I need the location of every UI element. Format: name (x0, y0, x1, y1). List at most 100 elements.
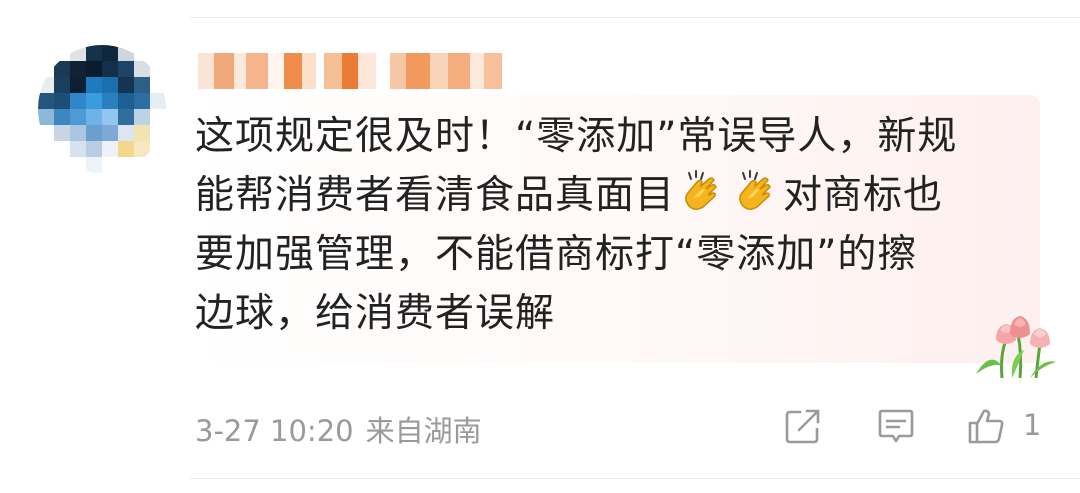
avatar-pixel (38, 45, 54, 61)
avatar-pixel (118, 61, 134, 77)
clapping-hands-icon (685, 170, 717, 210)
avatar-pixel (86, 61, 102, 77)
avatar-pixel (134, 77, 150, 93)
avatar-pixel (54, 109, 70, 125)
avatar-pixel (102, 61, 118, 77)
avatar-pixel (70, 61, 86, 77)
avatar-pixel (54, 61, 70, 77)
username-pixel (342, 53, 358, 89)
username-pixel (284, 53, 302, 89)
avatar-pixel (102, 93, 118, 109)
avatar-pixel (86, 125, 102, 141)
avatar-pixel (102, 109, 118, 125)
username-pixel (430, 53, 448, 89)
comment-line: 这项规定很及时！“零添加”常误导人，新规 (195, 114, 958, 159)
avatar-pixel (118, 157, 134, 173)
avatar-pixel (134, 61, 150, 77)
username-pixel (470, 53, 484, 89)
username-pixel (234, 53, 246, 89)
comment-line-part: 能帮消费者看清食品真面目 (195, 173, 676, 218)
avatar-pixel (38, 77, 54, 93)
avatar-pixel (134, 141, 150, 157)
username-pixel (448, 53, 470, 89)
avatar-pixel (54, 125, 70, 141)
avatar-pixel (150, 109, 166, 125)
avatar-pixel (54, 93, 70, 109)
avatar-pixel (150, 93, 166, 109)
avatar-pixel (86, 77, 102, 93)
avatar-pixel (38, 141, 54, 157)
avatar-pixel (118, 93, 134, 109)
avatar-pixel (38, 61, 54, 77)
thumbs-up-icon[interactable] (966, 406, 1006, 446)
avatar-pixel (38, 93, 54, 109)
username-pixel (484, 53, 502, 89)
comment-line: 能帮消费者看清食品真面目 对商标也 (195, 166, 1035, 225)
comment-line: 要加强管理，不能借商标打“零添加”的擦 (195, 232, 918, 277)
avatar-pixel (118, 77, 134, 93)
username-pixel (358, 53, 376, 89)
avatar-pixel (38, 109, 54, 125)
avatar-pixel (54, 45, 70, 61)
comment-text: 这项规定很及时！“零添加”常误导人，新规 能帮消费者看清食品真面目 对商标也 要… (195, 107, 1035, 343)
username-pixel (316, 53, 324, 89)
avatar-pixel (38, 125, 54, 141)
username-pixel (390, 53, 406, 89)
avatar-pixel (86, 45, 102, 61)
avatar-pixel (54, 141, 70, 157)
avatar-pixel (102, 141, 118, 157)
avatar-pixel (86, 141, 102, 157)
avatar-pixel (70, 125, 86, 141)
username-pixel (376, 53, 390, 89)
comment-meta: 3-27 10:20 来自湖南 (195, 408, 482, 450)
avatar-pixel (134, 109, 150, 125)
username-pixel (324, 53, 342, 89)
tulip-sticker-icon (976, 316, 1056, 379)
avatar-pixel (86, 93, 102, 109)
avatar-pixel (118, 109, 134, 125)
username-pixel (214, 53, 234, 89)
comment-card: 这项规定很及时！“零添加”常误导人，新规 能帮消费者看清食品真面目 对商标也 要… (0, 0, 1080, 493)
share-icon[interactable] (783, 406, 823, 446)
avatar-pixel (70, 157, 86, 173)
avatar-pixel (150, 45, 166, 61)
comment-icon[interactable] (876, 406, 916, 446)
avatar-pixel (134, 93, 150, 109)
username-pixel (246, 53, 268, 89)
avatar-pixel (102, 77, 118, 93)
avatar-pixel (118, 141, 134, 157)
avatar-pixel (70, 109, 86, 125)
avatar-pixel (54, 157, 70, 173)
avatar[interactable] (38, 45, 166, 173)
avatar-pixel (102, 125, 118, 141)
comment-line-part: 对商标也 (783, 173, 944, 218)
username-pixel (268, 53, 284, 89)
avatar-pixel (70, 77, 86, 93)
username-redacted[interactable] (198, 53, 502, 89)
avatar-pixel (70, 141, 86, 157)
comment-location: 来自湖南 (365, 414, 482, 448)
username-pixel (198, 53, 214, 89)
avatar-pixel (118, 45, 134, 61)
avatar-pixel (150, 141, 166, 157)
avatar-pixel (54, 77, 70, 93)
avatar-pixel (38, 157, 54, 173)
avatar-pixel (102, 45, 118, 61)
comment-line: 边球，给消费者误解 (195, 291, 556, 336)
divider-top (190, 17, 1080, 18)
clapping-hands-icon (739, 170, 771, 210)
username-pixel (406, 53, 430, 89)
avatar-pixel (86, 109, 102, 125)
username-pixel (302, 53, 316, 89)
avatar-pixel (70, 93, 86, 109)
avatar-pixel (150, 125, 166, 141)
divider-bottom (190, 478, 1080, 479)
avatar-pixel (134, 125, 150, 141)
avatar-pixel (150, 77, 166, 93)
avatar-pixel (86, 157, 102, 173)
comment-timestamp: 3-27 10:20 (195, 414, 354, 448)
avatar-pixel (150, 157, 166, 173)
avatar-pixel (118, 125, 134, 141)
avatar-pixel (70, 45, 86, 61)
like-count: 1 (1023, 408, 1042, 442)
